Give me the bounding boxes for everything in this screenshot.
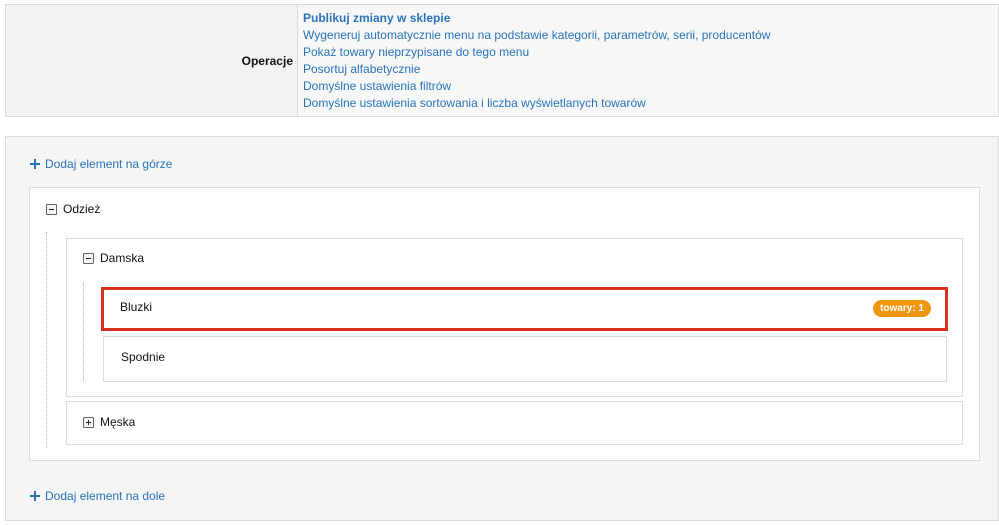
tree-guide-line [83,283,84,381]
tree-node-damska: Damska Bluzki towary: 1 Spodnie [66,238,963,397]
add-element-bottom-button[interactable]: Dodaj element na dole [30,489,165,503]
add-element-top-label: Dodaj element na górze [45,157,173,171]
menu-tree-panel: Dodaj element na górze Odzież Damska Blu… [5,136,999,521]
tree-node-label[interactable]: Męska [100,415,135,429]
expand-icon[interactable] [83,416,94,428]
tree-node-label[interactable]: Odzież [63,202,100,216]
add-element-bottom-label: Dodaj element na dole [45,489,166,503]
collapse-icon[interactable] [83,252,94,264]
generate-menu-link[interactable]: Wygeneruj automatycznie menu na podstawi… [303,27,998,44]
default-filters-link[interactable]: Domyślne ustawienia filtrów [303,78,998,95]
plus-icon [30,491,40,501]
highlight-frame [101,287,948,331]
operations-table: Operacje Publikuj zmiany w sklepie Wygen… [5,4,999,117]
operations-links: Publikuj zmiany w sklepie Wygeneruj auto… [298,5,998,116]
tree-node-damska-header: Damska [83,251,144,265]
tree-node-odziez: Odzież Damska Bluzki towary: 1 Spodnie M… [29,187,980,461]
collapse-icon[interactable] [46,203,57,215]
publish-changes-link[interactable]: Publikuj zmiany w sklepie [303,10,998,27]
tree-node-meska-header: Męska [83,415,135,429]
default-sorting-link[interactable]: Domyślne ustawienia sortowania i liczba … [303,95,998,112]
tree-node-label[interactable]: Damska [100,251,144,265]
plus-icon [30,159,40,169]
add-element-top-button[interactable]: Dodaj element na górze [30,157,172,171]
operations-label: Operacje [6,5,298,116]
tree-node-spodnie[interactable]: Spodnie [103,336,947,382]
sort-alphabetically-link[interactable]: Posortuj alfabetycznie [303,61,998,78]
tree-node-meska: Męska [66,401,963,445]
tree-node-odziez-header: Odzież [46,202,100,216]
tree-node-label[interactable]: Spodnie [121,350,165,364]
tree-guide-line [46,232,47,448]
show-unassigned-link[interactable]: Pokaż towary nieprzypisane do tego menu [303,44,998,61]
